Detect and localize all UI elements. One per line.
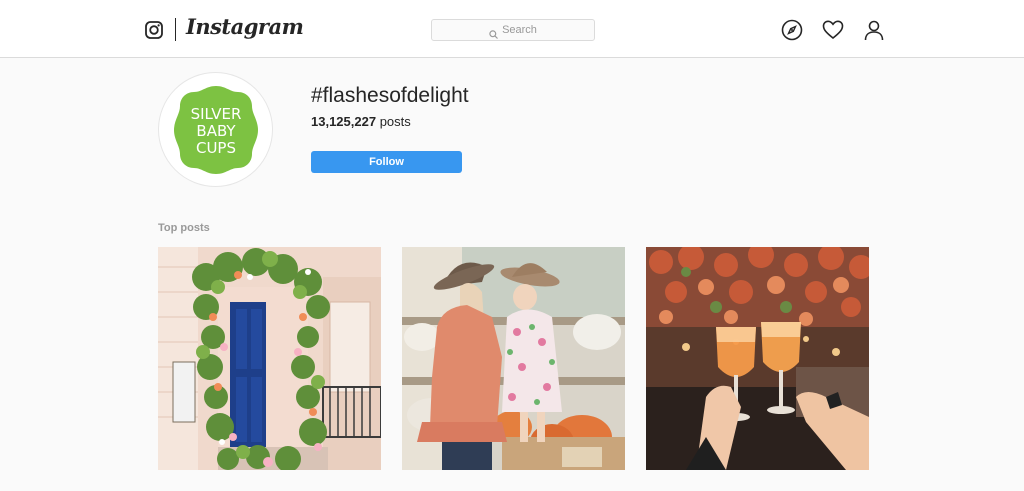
post-thumbnail-3[interactable] (646, 247, 869, 470)
top-nav-bar: Instagram Search (0, 0, 1024, 58)
instagram-camera-icon[interactable] (145, 21, 163, 39)
follow-button[interactable]: Follow (311, 151, 462, 173)
profile-icon[interactable] (863, 19, 885, 41)
heart-icon[interactable] (822, 19, 844, 41)
post-count-number: 13,125,227 (311, 114, 377, 129)
instagram-wordmark[interactable]: Instagram (186, 14, 304, 39)
compass-icon[interactable] (781, 19, 803, 41)
search-icon (489, 26, 498, 39)
logo-divider (175, 18, 176, 41)
top-posts-label: Top posts (158, 222, 210, 234)
post-count: 13,125,227 posts (311, 114, 411, 129)
post-count-unit: posts (379, 114, 411, 129)
post-thumbnail-1[interactable] (158, 247, 381, 470)
hashtag-avatar: SILVER BABY CUPS (158, 72, 273, 187)
logo-line-2: BABY (196, 122, 236, 140)
post-thumbnail-2[interactable] (402, 247, 625, 470)
hashtag-title: #flashesofdelight (311, 84, 469, 107)
search-placeholder: Search (502, 24, 537, 36)
logo-line-3: CUPS (196, 139, 236, 157)
search-input[interactable]: Search (431, 19, 595, 41)
logo-line-1: SILVER (191, 105, 242, 123)
silver-baby-cups-logo: SILVER BABY CUPS (174, 86, 258, 174)
